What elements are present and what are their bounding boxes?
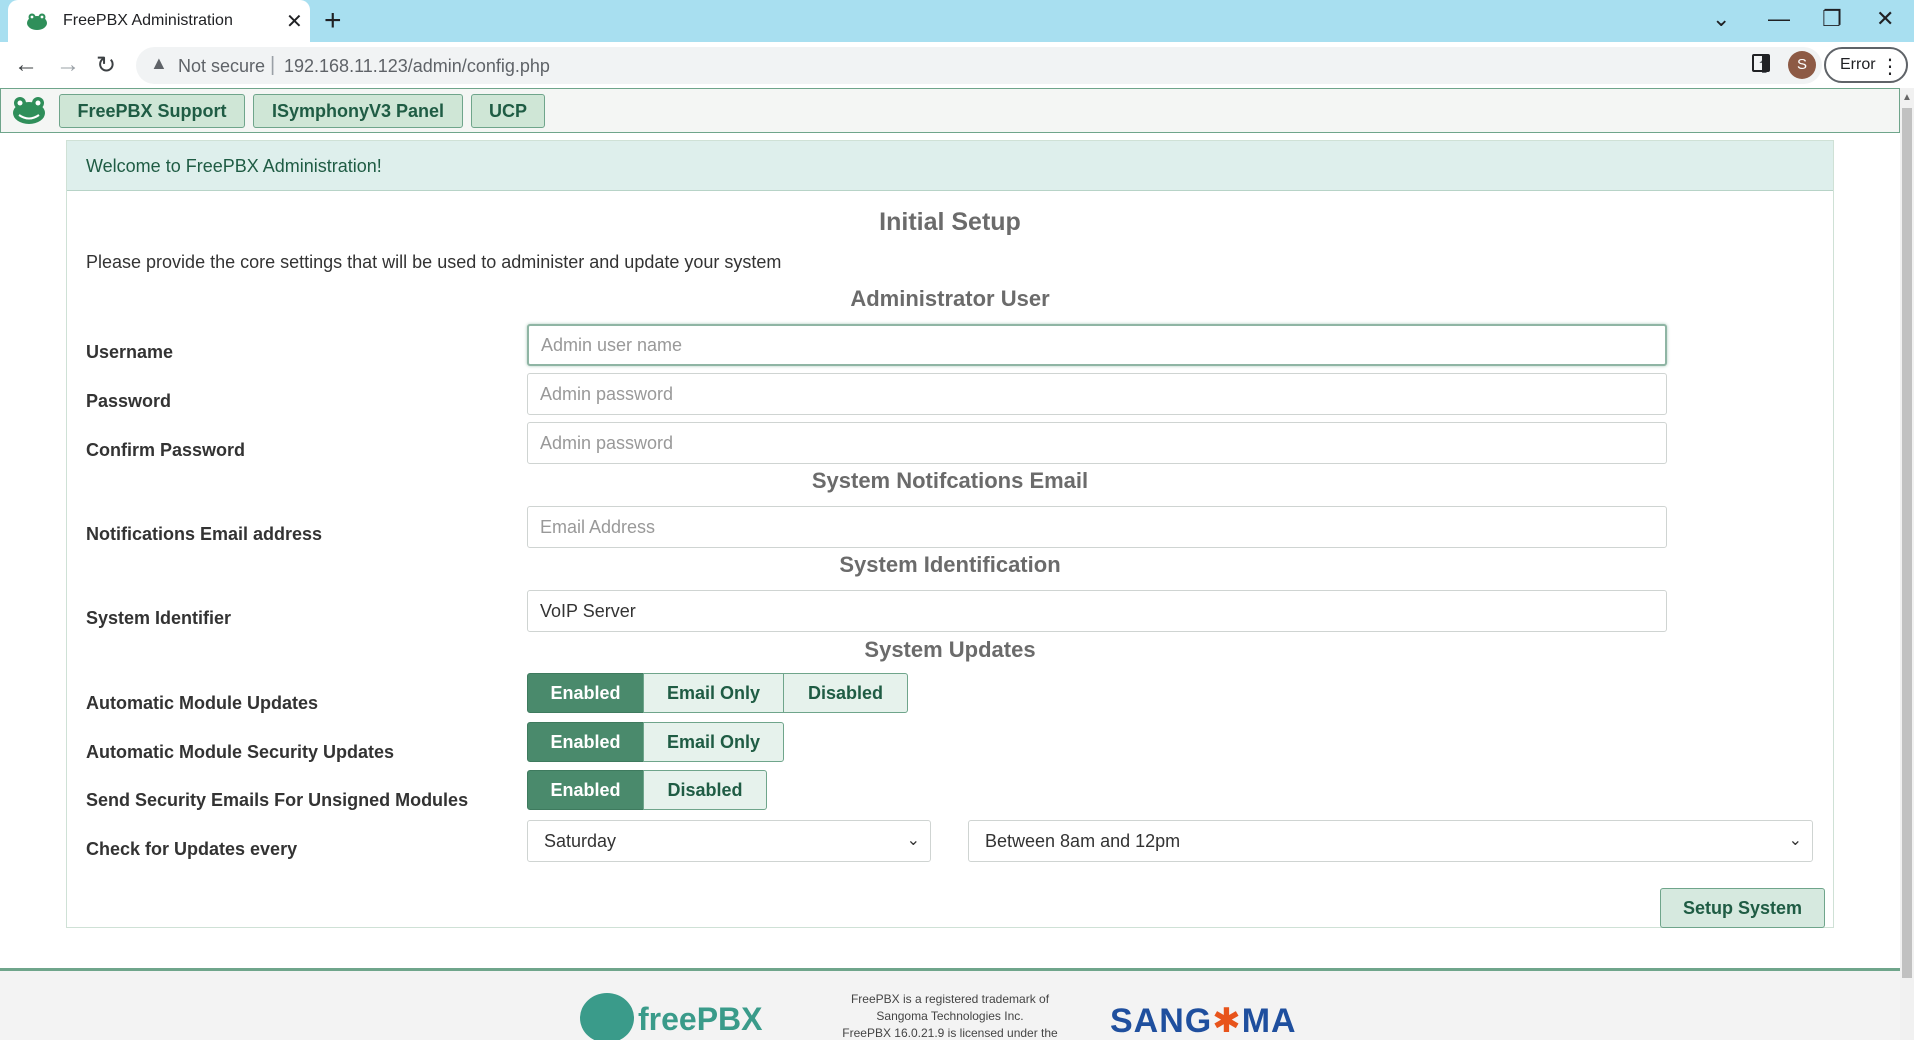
page-title: Initial Setup [879, 208, 1021, 236]
freepbx-favicon-icon [27, 13, 47, 30]
auto-module-updates-toggle: Enabled Email Only Disabled [527, 673, 908, 713]
not-secure-label[interactable]: Not secure [178, 56, 265, 77]
forward-icon[interactable]: → [56, 51, 80, 79]
confirm-password-input[interactable] [527, 422, 1667, 464]
system-identifier-label: System Identifier [86, 608, 232, 628]
panel-header: Welcome to FreePBX Administration! [67, 141, 1833, 191]
unsigned-emails-label: Send Security Emails For Unsigned Module… [86, 790, 469, 810]
sangoma-logo[interactable]: SANG✱MA [1110, 1001, 1297, 1040]
password-input[interactable] [527, 373, 1667, 415]
section-identification: System Identification [839, 552, 1061, 577]
email-input[interactable] [527, 506, 1667, 548]
auto-module-email-only-button[interactable]: Email Only [643, 673, 784, 713]
restore-icon[interactable]: ❐ [1822, 6, 1842, 32]
system-identifier-input[interactable] [527, 590, 1667, 632]
freepbx-wordmark[interactable]: freePBX [638, 1001, 763, 1038]
auto-security-enabled-button[interactable]: Enabled [527, 722, 644, 762]
email-label: Notifications Email address [86, 524, 323, 544]
side-panel-icon[interactable] [1752, 54, 1770, 72]
scrollbar-thumb[interactable] [1902, 108, 1912, 978]
legal-line: FreePBX is a registered trademark of [850, 992, 1050, 1006]
confirm-password-label: Confirm Password [86, 440, 246, 460]
chevron-down-icon: ⌄ [906, 832, 920, 849]
close-window-icon[interactable]: ✕ [1876, 6, 1894, 32]
tab-title: FreePBX Administration [63, 12, 233, 29]
legal-text: FreePBX is a registered trademark of San… [820, 991, 1080, 1040]
browser-tab[interactable]: FreePBX Administration ✕ [8, 0, 310, 42]
address-divider: | [270, 54, 276, 76]
page-footer: freePBX FreePBX is a registered trademar… [0, 971, 1900, 1040]
freepbx-top-bar: FreePBX Support ISymphonyV3 Panel UCP [0, 88, 1900, 133]
check-updates-label: Check for Updates every [86, 839, 298, 859]
freepbx-support-button[interactable]: FreePBX Support [59, 94, 245, 128]
password-label: Password [86, 391, 172, 411]
scroll-up-icon[interactable]: ▲ [1902, 92, 1912, 103]
reload-icon[interactable]: ↻ [96, 51, 116, 80]
browser-tab-strip: FreePBX Administration ✕ + ⌄ — ❐ ✕ [0, 0, 1914, 42]
minimize-icon[interactable]: — [1768, 6, 1790, 32]
url-text[interactable]: 192.168.11.123/admin/config.php [284, 56, 550, 77]
unsigned-enabled-button[interactable]: Enabled [527, 770, 644, 810]
legal-line: Sangoma Technologies Inc. [876, 1009, 1024, 1023]
intro-text: Please provide the core settings that wi… [86, 252, 782, 272]
freepbx-footer-logo-icon[interactable] [580, 993, 634, 1040]
auto-security-updates-toggle: Enabled Email Only [527, 722, 784, 762]
section-admin-user: Administrator User [850, 286, 1050, 311]
auto-module-enabled-button[interactable]: Enabled [527, 673, 644, 713]
auto-security-updates-label: Automatic Module Security Updates [86, 742, 395, 762]
auto-security-email-only-button[interactable]: Email Only [643, 722, 784, 762]
error-button[interactable]: Error [1824, 47, 1908, 83]
isymphony-panel-button[interactable]: ISymphonyV3 Panel [253, 94, 463, 128]
legal-line[interactable]: FreePBX 16.0.21.9 is licensed under the [820, 1025, 1080, 1040]
warning-icon[interactable]: ▲ [150, 53, 168, 74]
section-notifications: System Notifcations Email [811, 468, 1089, 493]
tab-search-icon[interactable]: ⌄ [1712, 6, 1730, 32]
new-tab-icon[interactable]: + [324, 4, 342, 38]
update-time-value: Between 8am and 12pm [985, 831, 1181, 851]
browser-toolbar: ← → ↻ ▲ Not secure | 192.168.11.123/admi… [0, 42, 1914, 88]
update-time-select[interactable]: Between 8am and 12pm ⌄ [968, 820, 1813, 862]
profile-avatar[interactable]: S [1788, 51, 1816, 79]
auto-module-disabled-button[interactable]: Disabled [783, 673, 908, 713]
setup-system-button[interactable]: Setup System [1660, 888, 1825, 928]
unsigned-disabled-button[interactable]: Disabled [643, 770, 767, 810]
chevron-down-icon: ⌄ [1788, 832, 1802, 849]
unsigned-emails-toggle: Enabled Disabled [527, 770, 767, 810]
update-day-value: Saturday [544, 831, 617, 851]
back-icon[interactable]: ← [14, 51, 38, 79]
welcome-text: Welcome to FreePBX Administration! [86, 156, 382, 176]
username-label: Username [86, 342, 174, 362]
freepbx-frog-logo-icon[interactable] [11, 95, 47, 125]
auto-module-updates-label: Automatic Module Updates [86, 693, 319, 713]
username-input[interactable] [527, 324, 1667, 366]
section-updates: System Updates [864, 637, 1036, 662]
tab-close-icon[interactable]: ✕ [286, 9, 303, 34]
address-bar[interactable]: ▲ Not secure | 192.168.11.123/admin/conf… [136, 47, 1822, 84]
update-day-select[interactable]: Saturday ⌄ [527, 820, 931, 862]
ucp-button[interactable]: UCP [471, 94, 545, 128]
